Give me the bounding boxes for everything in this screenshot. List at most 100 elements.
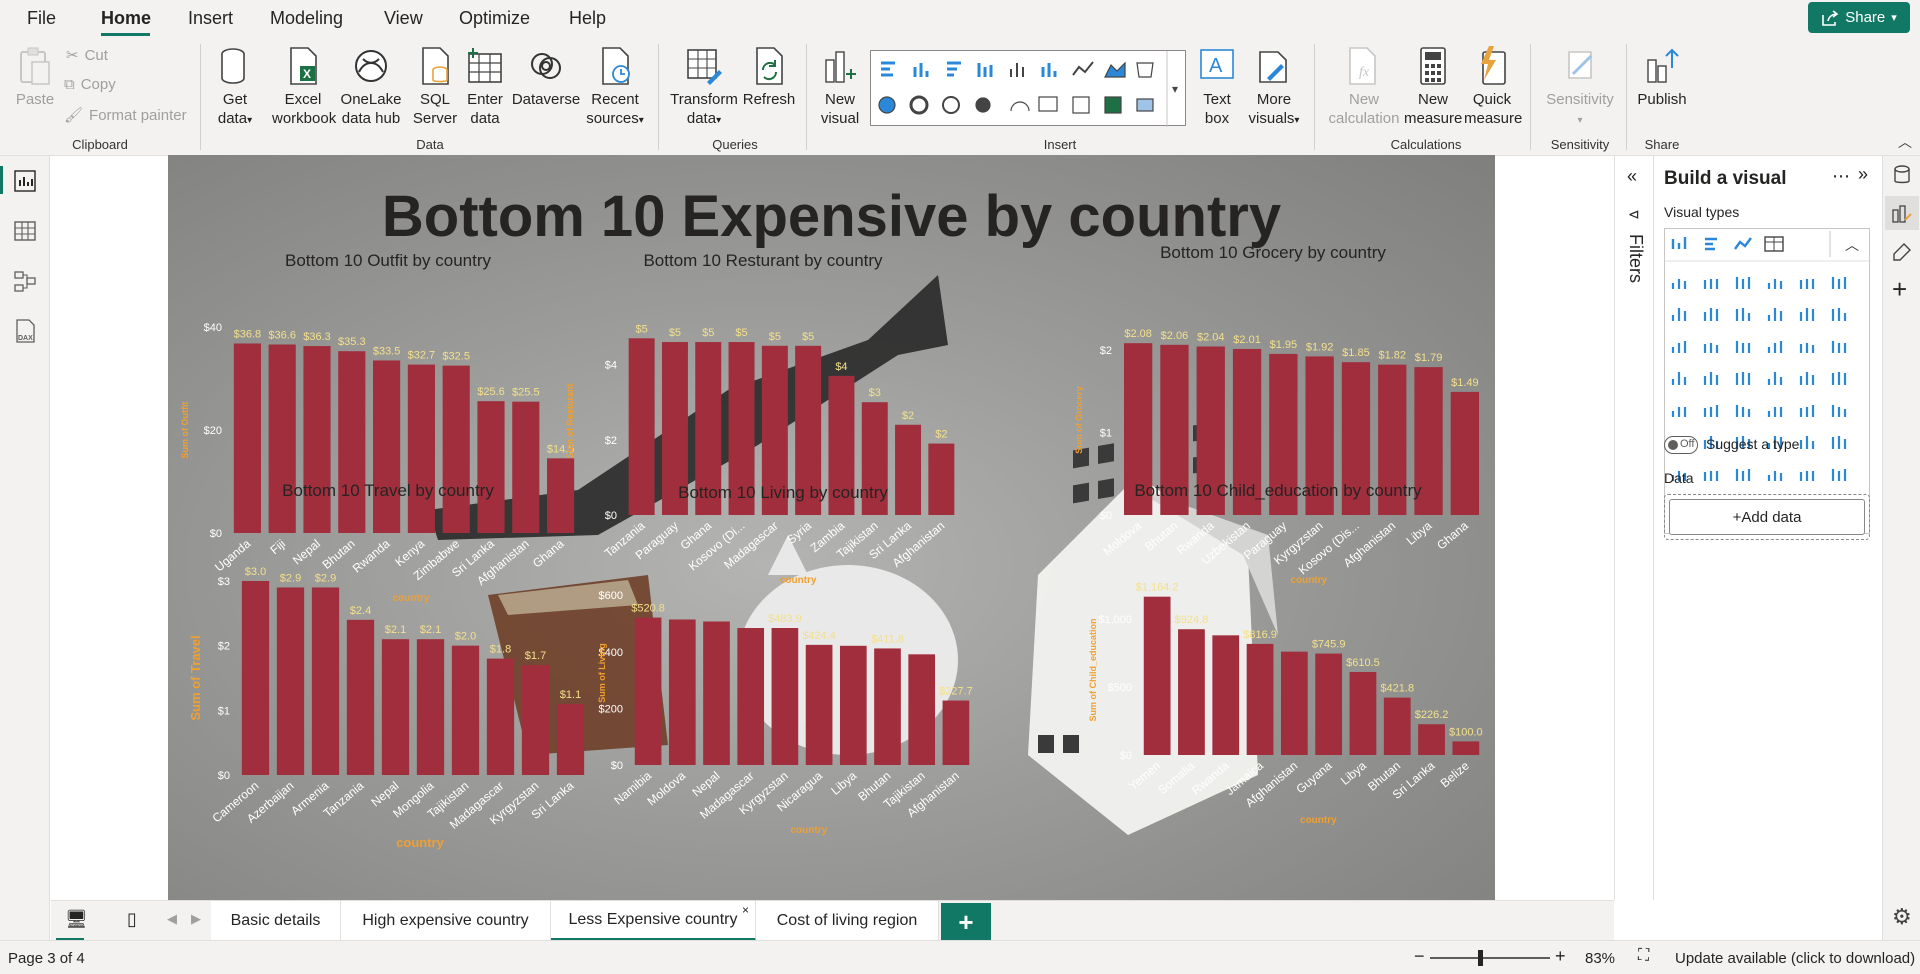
- page-tab-basic-details[interactable]: Basic details: [211, 901, 341, 941]
- visual-type-icon[interactable]: [1735, 372, 1751, 385]
- publish-button[interactable]: Publish: [1632, 46, 1692, 109]
- living-chart[interactable]: Bottom 10 Living by country $0 $200 $400 $6…: [583, 455, 983, 875]
- refresh-button[interactable]: Refresh: [740, 46, 798, 109]
- enter-data-button[interactable]: Enter data: [462, 46, 508, 128]
- dax-query-view-icon[interactable]: DAX: [12, 318, 38, 344]
- visual-type-icon[interactable]: [1767, 407, 1783, 417]
- settings-icon[interactable]: ⚙: [1892, 904, 1912, 930]
- quick-measure-button[interactable]: Quick measure: [1464, 46, 1522, 128]
- model-view-icon[interactable]: [12, 268, 38, 294]
- format-pane-icon[interactable]: [1891, 242, 1913, 264]
- visual-type-icon[interactable]: [1799, 308, 1815, 321]
- desktop-layout-icon[interactable]: 🖥: [65, 909, 88, 930]
- visual-type-icon[interactable]: [1831, 469, 1847, 481]
- collapse-pane-icon[interactable]: »: [1858, 164, 1868, 185]
- recent-sources-button[interactable]: Recent sources▾: [584, 46, 646, 130]
- visual-type-icon[interactable]: [1799, 372, 1815, 385]
- visual-type-icon[interactable]: [1799, 343, 1815, 353]
- visual-type-icon[interactable]: [1831, 436, 1847, 449]
- visual-type-icon[interactable]: [1831, 405, 1847, 417]
- zoom-level[interactable]: 83%: [1585, 950, 1615, 967]
- table-view-icon[interactable]: [12, 218, 38, 244]
- visual-type-icon[interactable]: [1767, 372, 1783, 385]
- visual-type-icon[interactable]: [1735, 341, 1751, 353]
- get-data-button[interactable]: Get data▾: [208, 46, 262, 130]
- close-tab-icon[interactable]: ×: [742, 903, 749, 917]
- visual-type-icon[interactable]: [1767, 308, 1783, 321]
- filters-pane[interactable]: « ⊲ Filters: [1614, 156, 1654, 900]
- next-page-icon[interactable]: ▶: [191, 911, 201, 927]
- new-visual-button[interactable]: New visual: [814, 46, 866, 128]
- visual-type-icon[interactable]: [1735, 277, 1751, 289]
- build-visual-pane-icon[interactable]: [1891, 202, 1913, 224]
- visual-type-icon[interactable]: [1671, 308, 1687, 321]
- visual-type-icon[interactable]: [1831, 277, 1847, 289]
- visual-type-icon[interactable]: [1799, 471, 1815, 481]
- add-page-button[interactable]: +: [941, 903, 991, 941]
- more-visuals-button[interactable]: More visuals▾: [1244, 46, 1304, 130]
- cut-button[interactable]: ✂ Cut: [66, 46, 108, 65]
- page-tab-less-expensive[interactable]: Less Expensive country ×: [551, 901, 756, 941]
- visual-type-icon[interactable]: [1767, 279, 1783, 289]
- data-pane-icon[interactable]: [1891, 164, 1913, 186]
- visual-type-icon[interactable]: [1703, 343, 1719, 353]
- sql-server-button[interactable]: SQL Server: [412, 46, 458, 128]
- visual-type-icon[interactable]: [1735, 308, 1751, 321]
- visual-type-icon[interactable]: [1799, 279, 1815, 289]
- page-tab-high-expensive[interactable]: High expensive country: [341, 901, 551, 941]
- menu-modeling[interactable]: Modeling: [270, 8, 343, 29]
- visual-type-icon[interactable]: [1735, 469, 1751, 481]
- format-painter-button[interactable]: 🖌 Format painter: [64, 106, 187, 125]
- visual-type-icon[interactable]: [1671, 341, 1687, 353]
- visual-type-icon[interactable]: [1799, 436, 1815, 449]
- visual-type-icon[interactable]: [1831, 308, 1847, 321]
- mobile-layout-icon[interactable]: ▯: [127, 909, 137, 930]
- visual-type-icon[interactable]: [1831, 341, 1847, 353]
- excel-workbook-button[interactable]: X Excel workbook: [272, 46, 336, 128]
- zoom-slider[interactable]: [1430, 950, 1550, 966]
- menu-insert[interactable]: Insert: [188, 8, 233, 29]
- paste-button[interactable]: Paste: [12, 46, 58, 109]
- visual-type-icon[interactable]: [1799, 405, 1815, 417]
- visual-type-icons[interactable]: ︿ ⋯: [1665, 229, 1871, 535]
- add-data-button[interactable]: +Add data: [1669, 499, 1865, 535]
- visual-type-icon[interactable]: [1671, 407, 1687, 417]
- text-box-button[interactable]: A Text box: [1192, 46, 1242, 128]
- update-available-link[interactable]: Update available (click to download): [1675, 950, 1915, 967]
- visual-type-icon[interactable]: [1767, 471, 1783, 481]
- dataverse-button[interactable]: Dataverse: [510, 46, 582, 109]
- transform-data-button[interactable]: Transform data▾: [668, 46, 740, 130]
- share-button[interactable]: Share ▾: [1808, 2, 1910, 33]
- zoom-slider-thumb[interactable]: [1478, 950, 1483, 966]
- copy-button[interactable]: ⧉ Copy: [64, 76, 116, 93]
- sensitivity-button[interactable]: Sensitivity ▾: [1536, 46, 1624, 130]
- visual-type-icon[interactable]: [1703, 372, 1719, 385]
- new-measure-button[interactable]: New measure: [1404, 46, 1462, 128]
- new-calculation-button[interactable]: fx New calculation: [1322, 46, 1406, 128]
- visual-type-icon[interactable]: [1767, 341, 1783, 353]
- menu-home[interactable]: Home: [101, 8, 151, 29]
- page-tab-cost-of-living[interactable]: Cost of living region: [756, 901, 939, 941]
- zoom-in-icon[interactable]: +: [1555, 946, 1566, 967]
- add-pane-icon[interactable]: +: [1892, 274, 1907, 305]
- visual-type-icon[interactable]: [1703, 405, 1719, 417]
- visual-type-icon[interactable]: [1703, 471, 1719, 481]
- visual-type-icon[interactable]: [1703, 308, 1719, 321]
- report-view-icon[interactable]: [12, 168, 38, 194]
- zoom-out-icon[interactable]: −: [1414, 946, 1425, 967]
- visual-type-icon[interactable]: [1735, 405, 1751, 417]
- onelake-button[interactable]: OneLake data hub: [338, 46, 404, 128]
- child-education-chart[interactable]: Bottom 10 Child_education by country $0 $…: [1068, 455, 1488, 875]
- fit-page-icon[interactable]: ⛶: [1638, 947, 1649, 965]
- visual-type-icon[interactable]: [1671, 372, 1687, 385]
- menu-view[interactable]: View: [384, 8, 423, 29]
- previous-page-icon[interactable]: ◀: [167, 911, 177, 927]
- menu-help[interactable]: Help: [569, 8, 606, 29]
- visual-gallery-icons[interactable]: ▾: [871, 51, 1187, 127]
- visual-type-icon[interactable]: [1671, 279, 1687, 289]
- travel-chart[interactable]: Bottom 10 Travel by country $0 $1 $2 $3 Sum …: [168, 455, 608, 875]
- collapse-ribbon-icon[interactable]: ︿: [1898, 132, 1912, 152]
- visual-type-icon[interactable]: [1703, 279, 1719, 289]
- expand-filters-icon[interactable]: «: [1627, 166, 1637, 187]
- visual-type-icon[interactable]: [1831, 372, 1847, 385]
